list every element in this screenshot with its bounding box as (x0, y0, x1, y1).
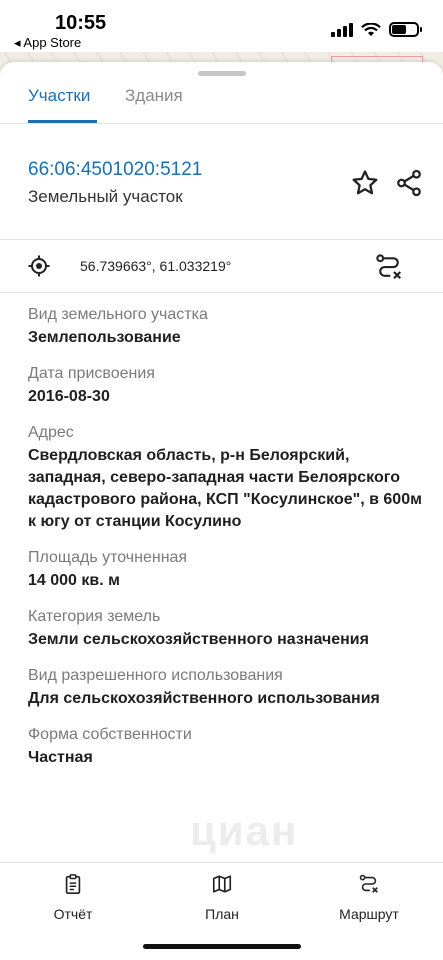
locate-icon[interactable] (27, 254, 51, 278)
cadastral-number[interactable]: 66:06:4501020:5121 (28, 159, 202, 181)
tab-bar: Участки Здания (0, 82, 443, 124)
parcel-details: Вид земельного участка Землепользование … (28, 304, 423, 783)
route-button[interactable]: Маршрут (330, 873, 408, 922)
coordinates-row: 56.739663°, 61.033219° (0, 240, 443, 293)
star-icon[interactable] (350, 168, 380, 198)
home-indicator[interactable] (143, 944, 301, 949)
status-time: 10:55 (55, 12, 107, 34)
route-icon[interactable] (374, 252, 404, 282)
cellular-signal-icon (331, 22, 353, 37)
field-address: Адрес Свердловская область, р-н Белоярск… (28, 422, 423, 533)
field-label: Адрес (28, 424, 74, 441)
field-land-category: Категория земель Земли сельскохозяйствен… (28, 606, 423, 651)
share-icon[interactable] (394, 168, 424, 198)
parcel-info-sheet: Участки Здания 66:06:4501020:5121 Земель… (0, 62, 443, 960)
report-button[interactable]: Отчёт (42, 873, 104, 922)
system-icons (331, 22, 422, 37)
field-value: 14 000 кв. м (28, 572, 120, 589)
battery-icon (389, 22, 422, 37)
field-value: Частная (28, 749, 93, 766)
field-value: 2016-08-30 (28, 388, 110, 405)
route-icon (359, 874, 378, 893)
back-to-app-store-link[interactable]: ◂ App Store (14, 35, 81, 51)
object-type: Земельный участок (28, 187, 183, 206)
map-icon (212, 875, 232, 893)
field-ownership-form: Форма собственности Частная (28, 724, 423, 769)
active-tab-indicator (28, 120, 97, 123)
field-label: Вид разрешенного использования (28, 667, 283, 684)
tab-parcels[interactable]: Участки (28, 86, 90, 106)
report-label: Отчёт (53, 906, 93, 922)
field-value: Свердловская область, р-н Белоярский, за… (28, 447, 422, 530)
field-value: Земли сельскохозяйственного назначения (28, 631, 369, 648)
field-label: Дата присвоения (28, 365, 155, 382)
field-area: Площадь уточненная 14 000 кв. м (28, 547, 423, 592)
report-icon (65, 874, 81, 894)
field-value: Для сельскохозяйственного использования (28, 690, 380, 707)
route-label: Маршрут (339, 906, 399, 922)
field-land-type: Вид земельного участка Землепользование (28, 304, 423, 349)
field-label: Категория земель (28, 608, 161, 625)
sheet-drag-handle[interactable] (198, 71, 246, 76)
status-bar: 10:55 ◂ App Store (0, 0, 443, 56)
tab-buildings[interactable]: Здания (125, 86, 183, 106)
field-permitted-use: Вид разрешенного использования Для сельс… (28, 665, 423, 710)
field-assignment-date: Дата присвоения 2016-08-30 (28, 363, 423, 408)
plan-button[interactable]: План (192, 873, 252, 922)
watermark-logo: циан (190, 807, 299, 854)
field-label: Вид земельного участка (28, 306, 208, 323)
field-value: Землепользование (28, 329, 181, 346)
wifi-icon (361, 22, 381, 36)
field-label: Площадь уточненная (28, 549, 188, 566)
coordinates-value[interactable]: 56.739663°, 61.033219° (80, 258, 231, 274)
parcel-header: 66:06:4501020:5121 Земельный участок (0, 124, 443, 240)
field-label: Форма собственности (28, 726, 192, 743)
plan-label: План (205, 906, 239, 922)
